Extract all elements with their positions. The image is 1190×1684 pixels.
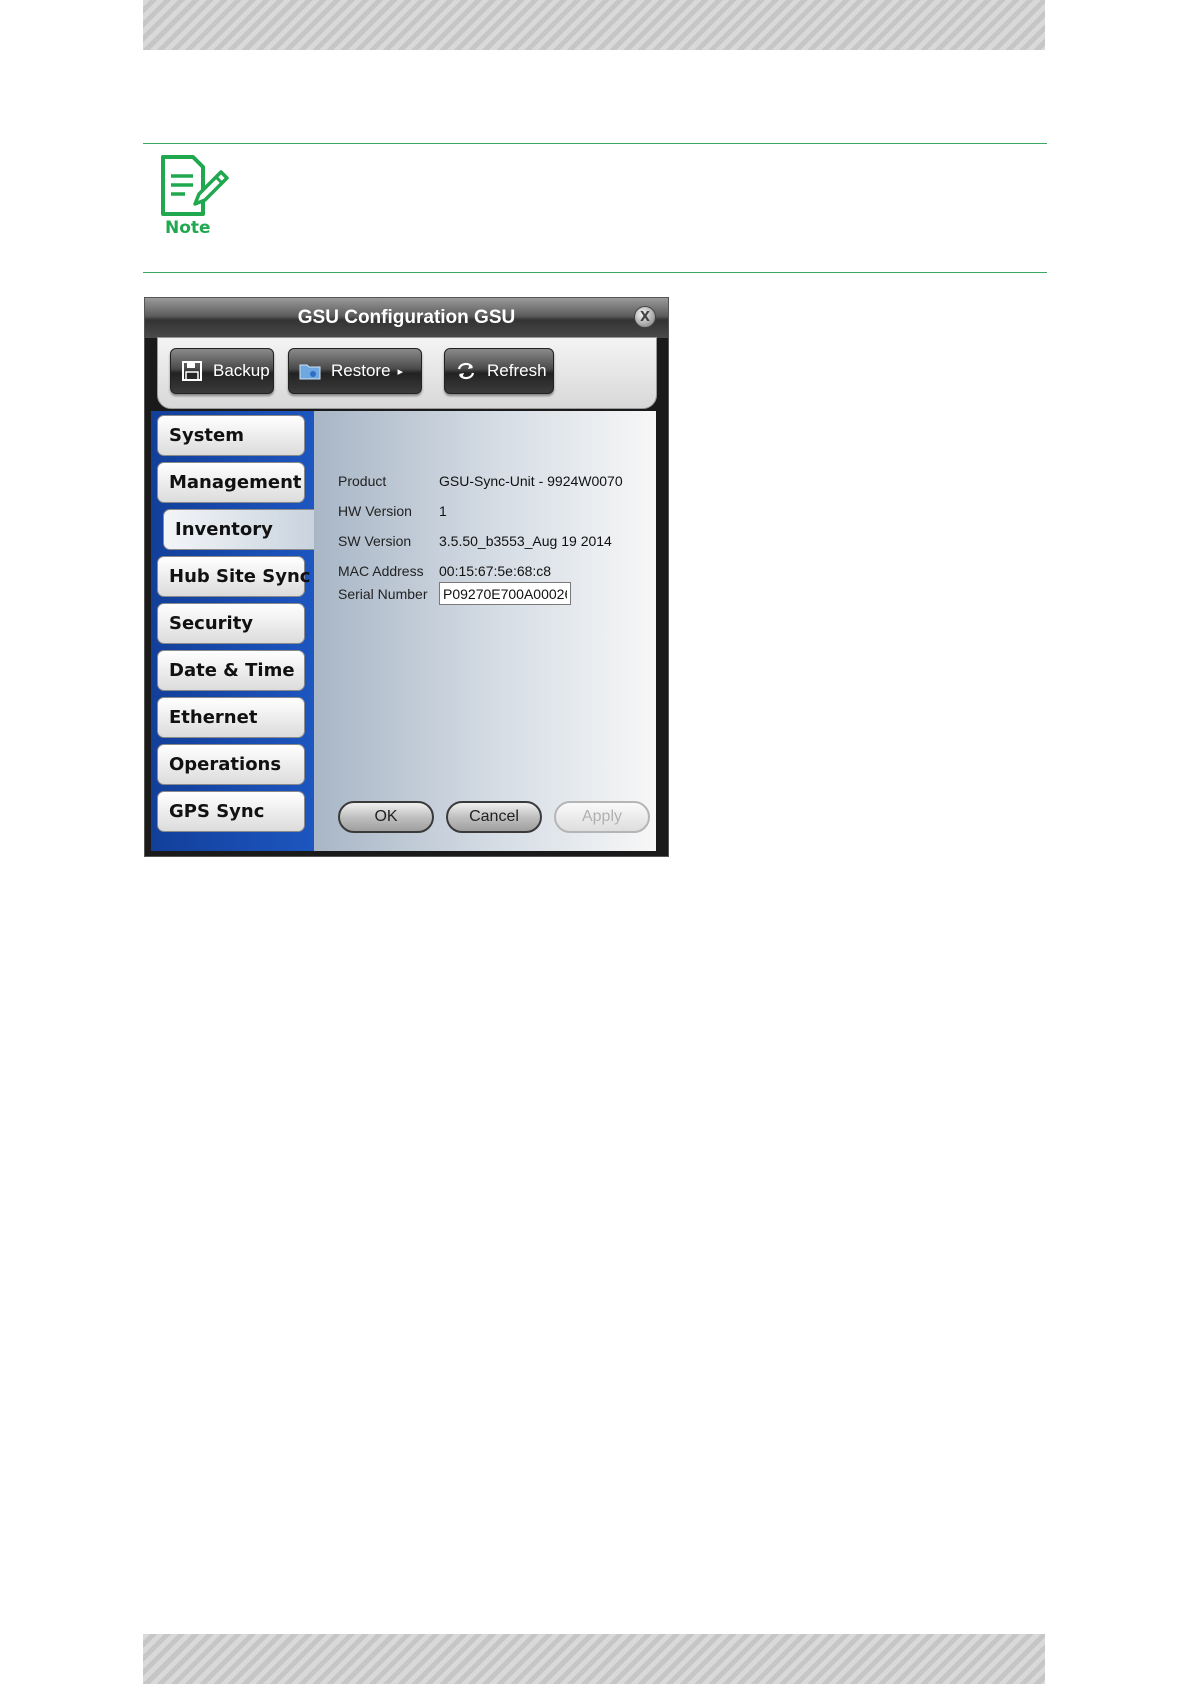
backup-label: Backup bbox=[213, 361, 270, 380]
toolbar: Backup Restore ▸ Refresh bbox=[157, 337, 657, 409]
mac-address-label: MAC Address bbox=[338, 563, 424, 579]
chevron-right-icon: ▸ bbox=[397, 365, 404, 378]
serial-number-label: Serial Number bbox=[338, 586, 428, 602]
apply-button[interactable]: Apply bbox=[554, 801, 650, 833]
sidebar-item-gps-sync[interactable]: GPS Sync bbox=[157, 791, 305, 832]
sidebar-item-hub-site-sync[interactable]: Hub Site Sync bbox=[157, 556, 310, 597]
sidebar-item-security[interactable]: Security bbox=[157, 603, 305, 644]
ok-button[interactable]: OK bbox=[338, 801, 434, 833]
header-stripe bbox=[143, 0, 1045, 50]
refresh-button[interactable]: Refresh bbox=[444, 348, 554, 394]
sidebar-item-ethernet[interactable]: Ethernet bbox=[157, 697, 305, 738]
inventory-panel: Product GSU-Sync-Unit - 9924W0070 HW Ver… bbox=[314, 411, 656, 851]
product-value: GSU-Sync-Unit - 9924W0070 bbox=[439, 473, 623, 489]
dialog-titlebar: GSU Configuration GSU X bbox=[145, 298, 668, 338]
note-pencil-icon bbox=[161, 155, 229, 216]
sw-version-value: 3.5.50_b3553_Aug 19 2014 bbox=[439, 533, 612, 549]
restore-label: Restore bbox=[331, 361, 391, 380]
restore-button[interactable]: Restore ▸ bbox=[288, 348, 422, 394]
cancel-button[interactable]: Cancel bbox=[446, 801, 542, 833]
serial-number-field[interactable] bbox=[439, 582, 571, 605]
folder-icon bbox=[299, 364, 321, 380]
sidebar-item-system[interactable]: System bbox=[157, 415, 305, 456]
sidebar-item-management[interactable]: Management bbox=[157, 462, 305, 503]
gsu-configuration-dialog: GSU Configuration GSU X Backup Restore ▸ bbox=[144, 297, 669, 857]
note-label: Note bbox=[165, 218, 211, 238]
product-label: Product bbox=[338, 473, 387, 489]
sw-version-label: SW Version bbox=[338, 533, 412, 549]
save-icon bbox=[182, 361, 202, 381]
refresh-icon bbox=[457, 362, 475, 380]
sidebar-item-inventory[interactable]: Inventory bbox=[163, 509, 314, 550]
hw-version-label: HW Version bbox=[338, 503, 412, 519]
sidebar-item-operations[interactable]: Operations bbox=[157, 744, 305, 785]
close-icon[interactable]: X bbox=[634, 306, 656, 328]
backup-button[interactable]: Backup bbox=[170, 348, 274, 394]
dialog-title: GSU Configuration GSU bbox=[297, 307, 516, 328]
footer-stripe bbox=[143, 1634, 1045, 1684]
refresh-label: Refresh bbox=[487, 361, 547, 380]
sidebar-nav: System Management Inventory Hub Site Syn… bbox=[151, 411, 314, 851]
note-box: Note bbox=[143, 143, 1047, 273]
mac-address-value: 00:15:67:5e:68:c8 bbox=[439, 563, 552, 579]
hw-version-value: 1 bbox=[439, 503, 447, 519]
sidebar-item-date-time[interactable]: Date & Time bbox=[157, 650, 305, 691]
